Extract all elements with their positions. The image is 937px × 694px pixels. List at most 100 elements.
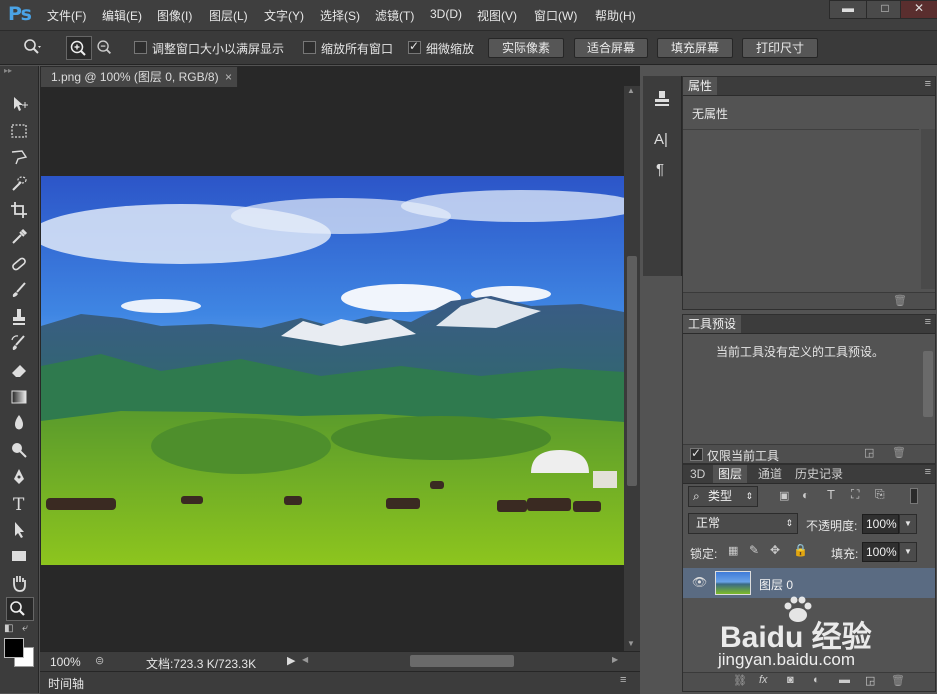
clone-stamp-tool-icon[interactable] bbox=[8, 306, 30, 328]
tool-presets-trash-icon[interactable]: 🗑 bbox=[892, 446, 906, 459]
menu-view[interactable]: 视图(V) bbox=[477, 7, 517, 24]
properties-scrollbar[interactable] bbox=[921, 129, 935, 289]
menu-edit[interactable]: 编辑(E) bbox=[102, 7, 142, 24]
blur-tool-icon[interactable] bbox=[8, 412, 30, 434]
gradient-tool-icon[interactable] bbox=[8, 386, 30, 408]
menu-filter[interactable]: 滤镜(T) bbox=[375, 7, 414, 24]
vertical-scroll-thumb[interactable] bbox=[627, 256, 637, 486]
blend-mode-select[interactable]: 正常 ⇕ bbox=[688, 513, 798, 534]
scrubby-zoom-checkbox[interactable] bbox=[408, 39, 421, 54]
lock-transparent-icon[interactable]: ▦ bbox=[728, 544, 738, 557]
menu-select[interactable]: 选择(S) bbox=[320, 7, 360, 24]
filter-pixel-icon[interactable]: ▣ bbox=[779, 489, 789, 502]
swap-colors-icon[interactable]: ⤶ bbox=[22, 622, 28, 635]
eraser-tool-icon[interactable] bbox=[8, 359, 30, 381]
zoom-out-icon[interactable] bbox=[94, 37, 114, 57]
link-layers-icon[interactable]: ⛓ bbox=[733, 674, 747, 687]
actual-pixels-button[interactable]: 实际像素 bbox=[488, 38, 564, 58]
path-selection-tool-icon[interactable] bbox=[8, 519, 30, 541]
tool-presets-icon[interactable] bbox=[653, 90, 671, 111]
opacity-input[interactable]: 100% bbox=[862, 514, 899, 534]
fit-window-checkbox[interactable] bbox=[134, 41, 147, 54]
menu-file[interactable]: 文件(F) bbox=[47, 7, 86, 24]
close-tab-icon[interactable]: × bbox=[225, 67, 232, 87]
properties-tab[interactable]: 属性 bbox=[683, 77, 718, 95]
tab-3d[interactable]: 3D bbox=[685, 465, 710, 483]
menu-help[interactable]: 帮助(H) bbox=[595, 7, 636, 24]
scroll-left-icon[interactable]: ◀ bbox=[302, 655, 308, 664]
zoom-in-mode-button[interactable] bbox=[66, 36, 92, 60]
scroll-up-icon[interactable]: ▲ bbox=[627, 86, 635, 95]
menu-type[interactable]: 文字(Y) bbox=[264, 7, 304, 24]
lock-position-icon[interactable]: ✥ bbox=[770, 543, 780, 557]
menu-layer[interactable]: 图层(L) bbox=[209, 7, 248, 24]
zoom-level[interactable]: 100% bbox=[50, 655, 81, 669]
filter-shape-icon[interactable]: ⛶ bbox=[851, 487, 859, 502]
canvas-image[interactable] bbox=[41, 176, 624, 565]
tab-channels[interactable]: 通道 bbox=[753, 465, 787, 483]
lock-all-icon[interactable]: 🔒 bbox=[793, 543, 808, 557]
healing-brush-tool-icon[interactable] bbox=[8, 253, 30, 275]
new-preset-icon[interactable]: ◲ bbox=[864, 446, 874, 459]
properties-trash-icon[interactable]: 🗑 bbox=[893, 294, 907, 307]
zoom-all-checkbox[interactable] bbox=[303, 41, 316, 54]
only-current-tool-checkbox[interactable] bbox=[690, 446, 703, 461]
tab-history[interactable]: 历史记录 bbox=[790, 465, 848, 483]
history-brush-tool-icon[interactable] bbox=[8, 332, 30, 354]
toolbox-grip[interactable]: ▸▸ bbox=[4, 67, 34, 75]
layer-name[interactable]: 图层 0 bbox=[759, 576, 793, 593]
new-layer-icon[interactable]: ◲ bbox=[865, 674, 875, 687]
filter-toggle-switch[interactable] bbox=[910, 488, 918, 504]
tool-presets-scroll-thumb[interactable] bbox=[923, 351, 933, 417]
menu-3d[interactable]: 3D(D) bbox=[430, 7, 462, 21]
foreground-color-swatch[interactable] bbox=[4, 638, 24, 658]
status-menu-arrow-icon[interactable]: ▶ bbox=[287, 654, 295, 667]
move-tool-icon[interactable] bbox=[8, 93, 30, 115]
delete-layer-icon[interactable]: 🗑 bbox=[891, 674, 905, 687]
adjustment-layer-icon[interactable]: ◐ bbox=[813, 674, 820, 686]
horizontal-scroll-thumb[interactable] bbox=[410, 655, 514, 667]
hand-tool-icon[interactable] bbox=[8, 572, 30, 594]
tool-presets-tab[interactable]: 工具预设 bbox=[683, 315, 742, 333]
vertical-scrollbar[interactable]: ▲ ▼ bbox=[624, 86, 640, 651]
maximize-button[interactable]: □ bbox=[866, 0, 904, 19]
filter-adjustment-icon[interactable]: ◐ bbox=[802, 488, 809, 502]
paragraph-panel-icon[interactable]: ¶ bbox=[656, 161, 664, 178]
tab-layers[interactable]: 图层 bbox=[713, 465, 748, 483]
fill-input[interactable]: 100% bbox=[862, 542, 899, 562]
close-button[interactable]: ✕ bbox=[900, 0, 937, 19]
crop-tool-icon[interactable] bbox=[8, 199, 30, 221]
eyedropper-tool-icon[interactable] bbox=[8, 226, 30, 248]
timeline-menu-icon[interactable]: ≡ bbox=[620, 674, 626, 686]
scroll-down-icon[interactable]: ▼ bbox=[627, 639, 635, 648]
lasso-tool-icon[interactable] bbox=[8, 146, 30, 168]
fill-screen-button[interactable]: 填充屏幕 bbox=[657, 38, 733, 58]
pen-tool-icon[interactable] bbox=[8, 466, 30, 488]
type-tool-icon[interactable]: T bbox=[8, 492, 30, 515]
layers-menu-icon[interactable]: ≡ bbox=[925, 466, 931, 478]
timeline-tab[interactable]: 时间轴 bbox=[48, 675, 84, 692]
quick-selection-tool-icon[interactable] bbox=[8, 173, 30, 195]
zoom-tool-active-icon[interactable] bbox=[6, 597, 34, 621]
fill-dropdown-icon[interactable]: ▼ bbox=[899, 542, 917, 562]
scroll-right-icon[interactable]: ▶ bbox=[612, 655, 618, 664]
layer-row[interactable]: 👁 图层 0 bbox=[683, 568, 935, 598]
print-size-button[interactable]: 打印尺寸 bbox=[742, 38, 818, 58]
marquee-tool-icon[interactable] bbox=[8, 120, 30, 142]
menu-window[interactable]: 窗口(W) bbox=[534, 7, 577, 24]
properties-menu-icon[interactable]: ≡ bbox=[925, 78, 931, 90]
new-group-icon[interactable]: ▬ bbox=[839, 674, 850, 686]
layer-filter-select[interactable]: ⌕ 类型 ⇕ bbox=[688, 486, 758, 507]
document-tab[interactable]: 1.png @ 100% (图层 0, RGB/8) × bbox=[40, 66, 238, 87]
rectangle-tool-icon[interactable] bbox=[8, 545, 30, 567]
dodge-tool-icon[interactable] bbox=[8, 439, 30, 461]
brush-tool-icon[interactable] bbox=[8, 279, 30, 301]
layer-mask-icon[interactable]: ◙ bbox=[787, 674, 794, 686]
filter-type-icon[interactable]: T bbox=[827, 487, 835, 502]
minimize-button[interactable]: ▬ bbox=[829, 0, 867, 19]
menu-image[interactable]: 图像(I) bbox=[157, 7, 192, 24]
status-share-icon[interactable]: ⊜ bbox=[95, 654, 104, 667]
opacity-dropdown-icon[interactable]: ▼ bbox=[899, 514, 917, 534]
zoom-tool-icon[interactable] bbox=[22, 37, 42, 57]
default-colors-icon[interactable]: ◧ bbox=[4, 623, 13, 634]
